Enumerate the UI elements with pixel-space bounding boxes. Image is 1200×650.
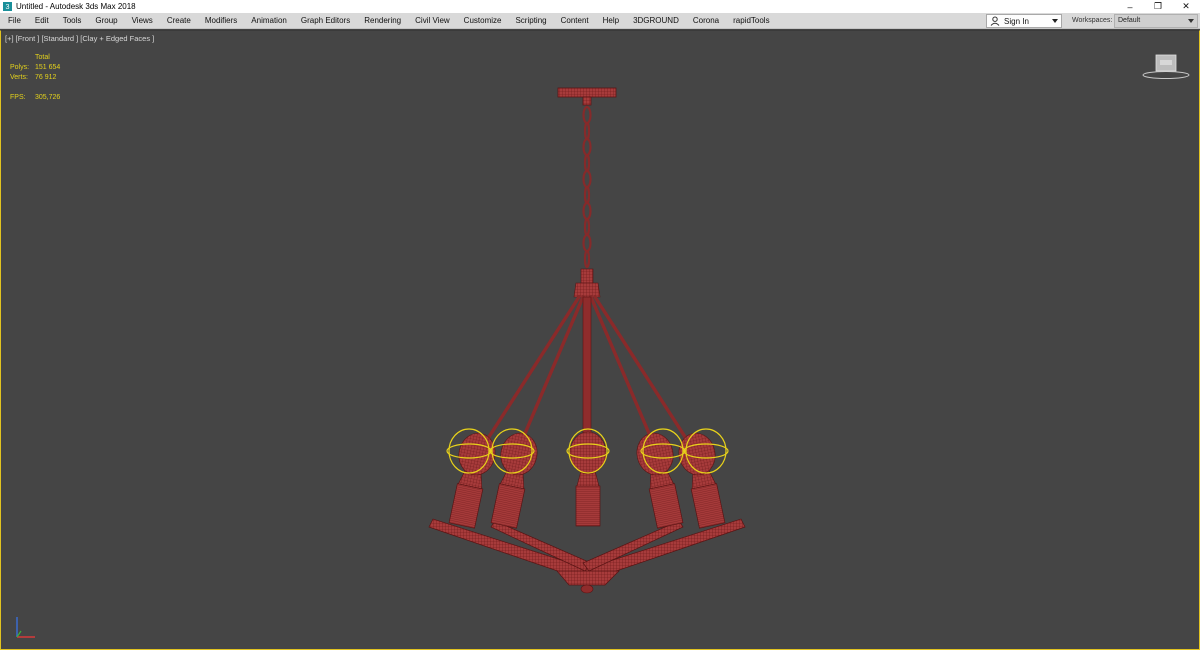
menu-animation[interactable]: Animation [244, 13, 294, 29]
user-icon [990, 16, 1000, 26]
chain [582, 105, 592, 269]
verts-label: Verts: [10, 74, 28, 81]
menu-tools[interactable]: Tools [56, 13, 89, 29]
svg-text:3: 3 [6, 2, 10, 11]
stats-header: Total [35, 54, 50, 61]
menu-scripting[interactable]: Scripting [508, 13, 553, 29]
polys-label: Polys: [10, 64, 30, 71]
fps-label: FPS: [10, 94, 26, 101]
menu-rapidtools[interactable]: rapidTools [726, 13, 776, 29]
bulb-socket-4 [636, 432, 684, 529]
front-viewport[interactable]: [+] [Front ] [Standard ] [Clay + Edged F… [0, 30, 1200, 650]
workspaces-value: Default [1118, 17, 1141, 24]
menu-edit[interactable]: Edit [28, 13, 56, 29]
window-title: Untitled - Autodesk 3ds Max 2018 [16, 2, 136, 11]
bottom-finial [556, 570, 620, 586]
menu-graph-editors[interactable]: Graph Editors [294, 13, 357, 29]
menu-civil-view[interactable]: Civil View [408, 13, 457, 29]
ceiling-plate [557, 87, 617, 98]
polys-value: 151 654 [35, 64, 61, 71]
menu-create[interactable]: Create [160, 13, 198, 29]
bulb-socket-1 [448, 432, 496, 529]
3dsmax-app-icon: 3 [3, 2, 12, 11]
minimize-button[interactable]: – [1116, 0, 1144, 13]
top-hub-cone [573, 282, 601, 298]
menu-corona[interactable]: Corona [686, 13, 726, 29]
axis-tripod-icon [16, 617, 35, 638]
bottom-knob [580, 584, 594, 594]
viewport-label-menu[interactable]: [+] [Front ] [Standard ] [Clay + Edged F… [5, 34, 154, 43]
workspaces-label: Workspaces: [1072, 17, 1113, 24]
sign-in-dropdown[interactable]: Sign In [986, 14, 1062, 28]
menu-rendering[interactable]: Rendering [357, 13, 408, 29]
bulb-socket-3 [569, 431, 607, 527]
verts-value: 76 912 [35, 74, 57, 81]
menu-modifiers[interactable]: Modifiers [198, 13, 244, 29]
close-button[interactable]: ✕ [1172, 0, 1200, 13]
menu-file[interactable]: File [0, 13, 28, 29]
fps-value: 305,726 [35, 94, 61, 101]
chevron-down-icon [1188, 19, 1194, 23]
menu-views[interactable]: Views [125, 13, 160, 29]
viewcube-icon[interactable] [1141, 53, 1191, 81]
menu-3dground[interactable]: 3DGROUND [626, 13, 686, 29]
title-bar: 3 Untitled - Autodesk 3ds Max 2018 – ❐ ✕ [0, 0, 1200, 13]
restore-button[interactable]: ❐ [1144, 0, 1172, 13]
canopy-hook [582, 96, 592, 106]
menu-group[interactable]: Group [88, 13, 124, 29]
menu-help[interactable]: Help [596, 13, 626, 29]
menu-content[interactable]: Content [554, 13, 596, 29]
chevron-down-icon [1052, 19, 1058, 23]
workspaces-select[interactable]: Default [1114, 14, 1198, 28]
sign-in-label: Sign In [1004, 16, 1029, 26]
menu-customize[interactable]: Customize [457, 13, 509, 29]
bulb-socket-2 [490, 432, 538, 529]
chandelier-model[interactable] [1, 31, 1199, 649]
top-hub [580, 268, 594, 284]
statistics-overlay: Total Polys: 151 654 Verts: 76 912 FPS: 305… [10, 53, 60, 103]
